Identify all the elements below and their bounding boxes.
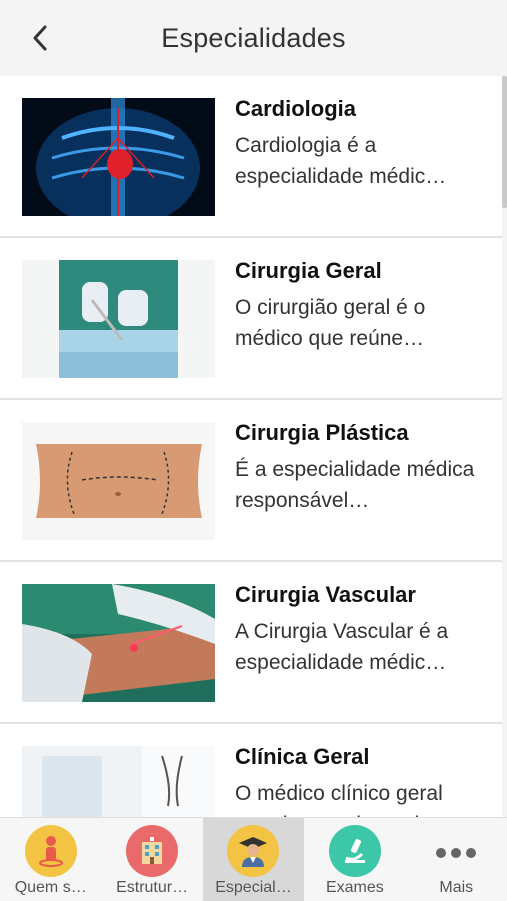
- page-title: Especialidades: [161, 22, 346, 53]
- tab-label: Estrutur…: [116, 879, 189, 896]
- back-button[interactable]: [22, 20, 58, 56]
- tab-label: Especial…: [215, 879, 292, 896]
- general-practice-image: [22, 746, 215, 817]
- specialties-list[interactable]: Cardiologia Cardiologia é a especialidad…: [0, 76, 502, 817]
- tab-label: Mais: [439, 879, 474, 896]
- cardiology-image: [22, 98, 215, 216]
- scrollbar[interactable]: [502, 76, 507, 208]
- item-title: Cirurgia Vascular: [235, 582, 416, 607]
- tab-mais[interactable]: Mais: [406, 818, 507, 901]
- item-title: Cirurgia Geral: [235, 258, 382, 283]
- item-title: Cirurgia Plástica: [235, 420, 409, 445]
- item-title: Clínica Geral: [235, 744, 370, 769]
- item-description: A Cirurgia Vascular é a especialidade mé…: [235, 620, 449, 674]
- item-title: Cardiologia: [235, 96, 357, 121]
- list-item-cirurgia-geral[interactable]: Cirurgia Geral O cirurgião geral é o méd…: [0, 238, 502, 400]
- more-dots-icon: [430, 825, 482, 877]
- tab-especialidades[interactable]: Especial…: [202, 818, 305, 901]
- tab-exames[interactable]: Exames: [304, 818, 405, 901]
- doctor-icon: [227, 825, 280, 877]
- tab-estrutura[interactable]: Estrutur…: [101, 818, 202, 901]
- person-pin-icon: [24, 825, 77, 877]
- general-surgery-image: [22, 260, 215, 378]
- vascular-surgery-image: [22, 584, 215, 702]
- chevron-left-icon: [33, 25, 47, 51]
- list-item-cirurgia-plastica[interactable]: Cirurgia Plástica É a especialidade médi…: [0, 400, 502, 562]
- tab-label: Quem s…: [14, 879, 87, 896]
- tab-label: Exames: [325, 879, 384, 896]
- plastic-surgery-image: [22, 422, 215, 540]
- tab-quem-somos[interactable]: Quem s…: [0, 818, 101, 901]
- microscope-icon: [328, 825, 381, 877]
- item-description: O cirurgião geral é o médico que reúne…: [235, 296, 426, 350]
- tab-bar: Quem s… Estrutur… Especial… Exames Mais: [0, 817, 507, 901]
- top-bar: Especialidades: [0, 0, 507, 76]
- item-description: Cardiologia é a especialidade médic…: [235, 134, 447, 188]
- item-description: O médico clínico geral atende o paciente…: [235, 782, 443, 817]
- hospital-building-icon: [126, 825, 179, 877]
- item-description: É a especialidade médica responsável…: [235, 458, 475, 512]
- list-item-cardiologia[interactable]: Cardiologia Cardiologia é a especialidad…: [0, 76, 502, 238]
- list-item-clinica-geral[interactable]: Clínica Geral O médico clínico geral ate…: [0, 724, 502, 817]
- list-item-cirurgia-vascular[interactable]: Cirurgia Vascular A Cirurgia Vascular é …: [0, 562, 502, 724]
